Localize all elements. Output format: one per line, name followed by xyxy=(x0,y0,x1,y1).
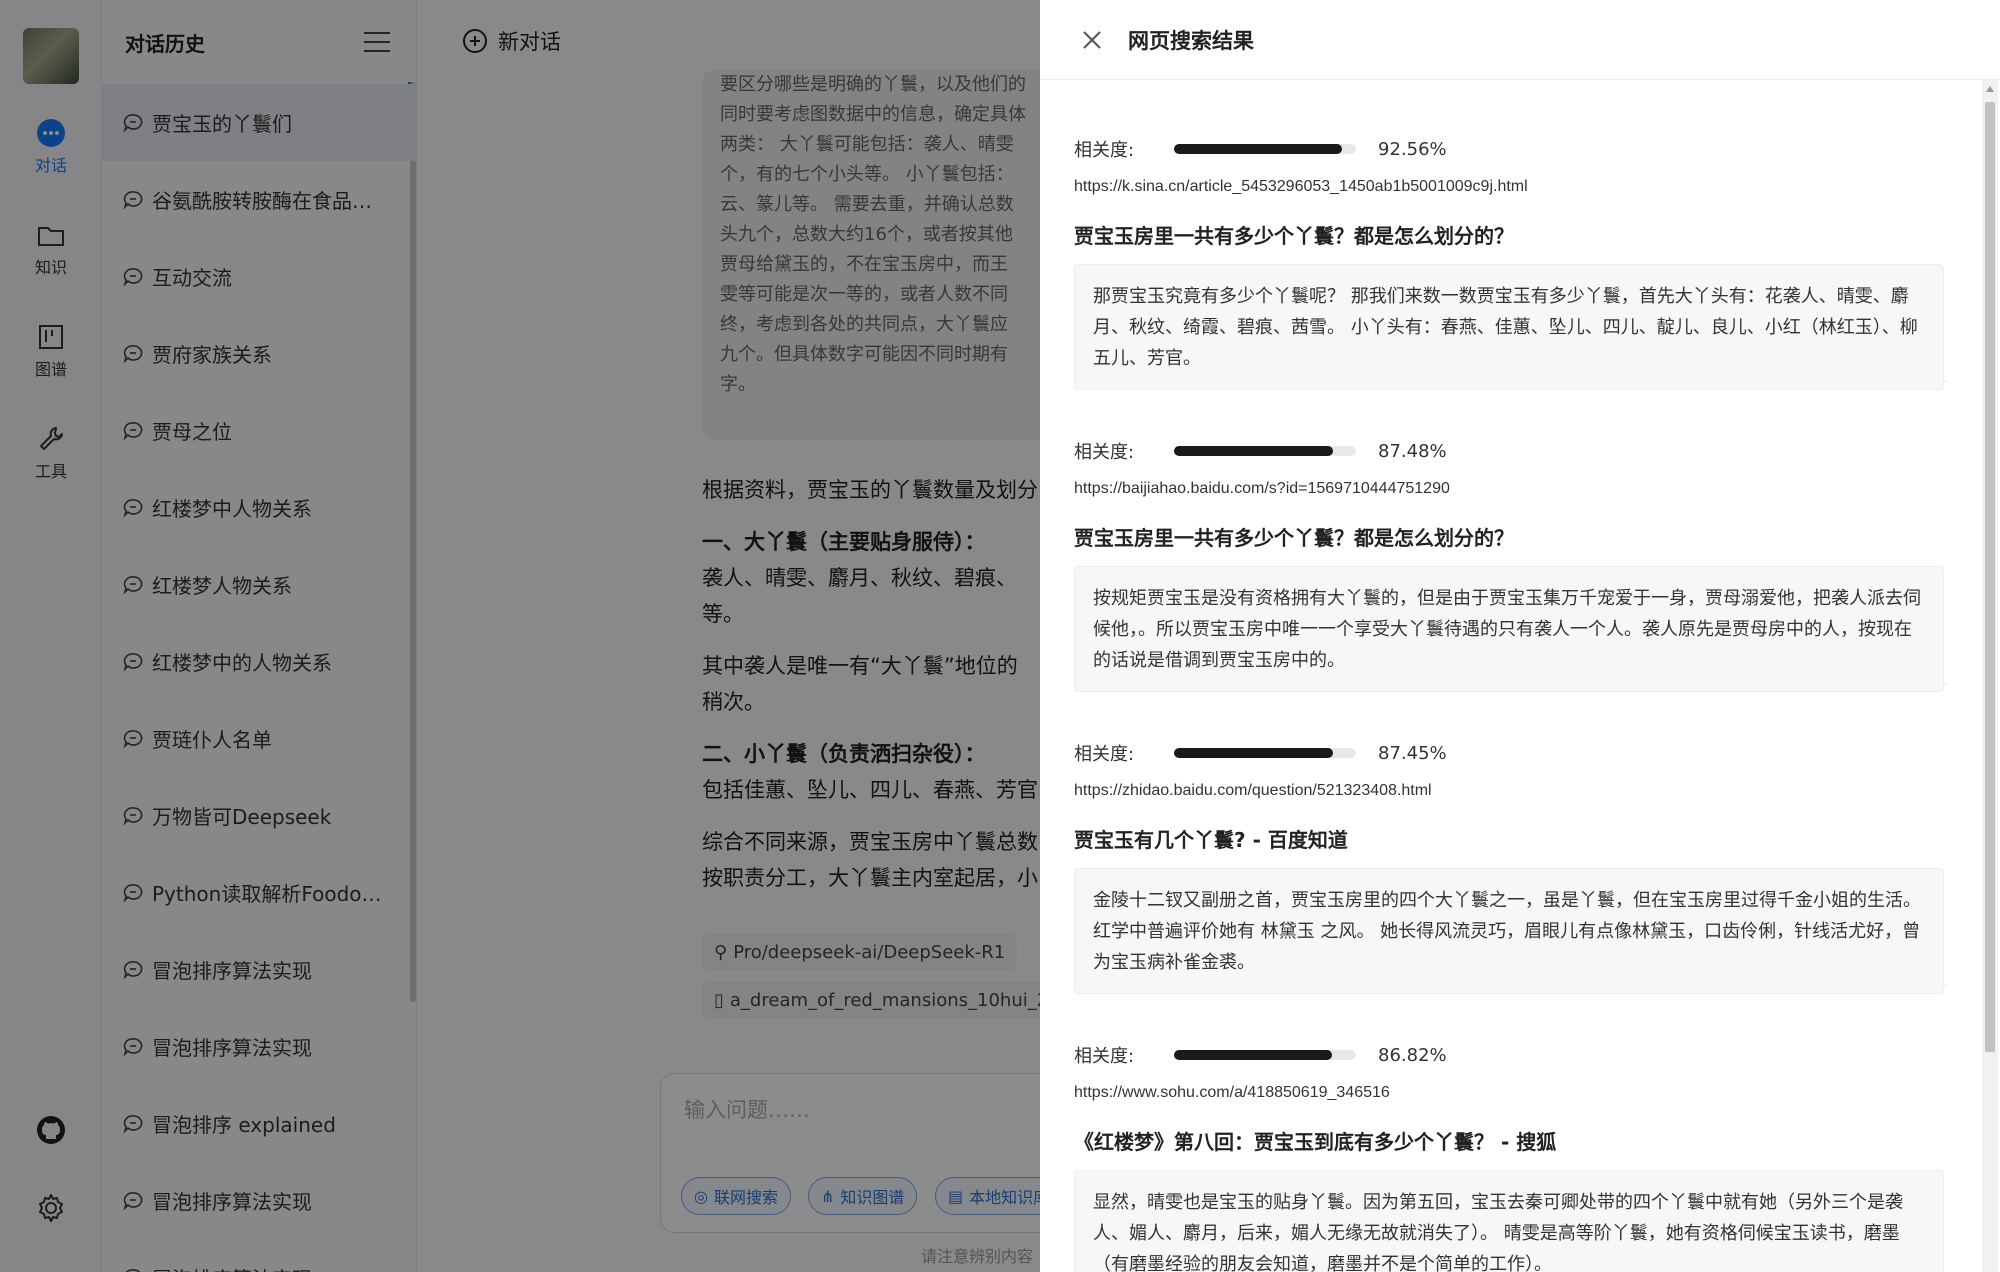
relevance-row: 相关度: 87.48% xyxy=(1074,438,1447,464)
relevance-value: 87.45% xyxy=(1378,742,1447,764)
result-snippet: 显然，晴雯也是宝玉的贴身丫鬟。因为第五回，宝玉去秦可卿处带的四个丫鬟中就有她（另… xyxy=(1074,1170,1944,1272)
drawer-header: 网页搜索结果 xyxy=(1040,0,2000,80)
relevance-bar xyxy=(1174,748,1356,758)
result-snippet: 按规矩贾宝玉是没有资格拥有大丫鬟的，但是由于贾宝玉集万千宠爱于一身，贾母溺爱他，… xyxy=(1074,566,1944,692)
search-results-drawer: 网页搜索结果 相关度: 92.56% https://k.sina.cn/artic… xyxy=(1040,0,2000,1272)
drawer-title: 网页搜索结果 xyxy=(1128,28,1254,53)
result-snippet: 那贾宝玉究竟有多少个丫鬟呢？ 那我们来数一数贾宝玉有多少丫鬟，首先大丫头有：花袭… xyxy=(1074,264,1944,390)
relevance-bar xyxy=(1174,446,1356,456)
result-title[interactable]: 《红楼梦》第八回：贾宝玉到底有多少个丫鬟？ - 搜狐 xyxy=(1074,1126,1556,1155)
result-title[interactable]: 贾宝玉有几个丫鬟? - 百度知道 xyxy=(1074,824,1348,853)
search-result: 相关度: 92.56% https://k.sina.cn/article_5453… xyxy=(1074,80,1949,390)
search-result: 相关度: 87.45% https://zhidao.baidu.com/quest… xyxy=(1074,684,1949,994)
result-snippet: 金陵十二钗又副册之首，贾宝玉房里的四个大丫鬟之一，虽是丫鬟，但在宝玉房里过得千金… xyxy=(1074,868,1944,994)
result-url[interactable]: https://k.sina.cn/article_5453296053_145… xyxy=(1074,178,1528,196)
drawer-scrollbar[interactable] xyxy=(1982,80,1998,1272)
relevance-value: 87.48% xyxy=(1378,440,1447,462)
result-url[interactable]: https://zhidao.baidu.com/question/521323… xyxy=(1074,782,1432,800)
relevance-row: 相关度: 87.45% xyxy=(1074,740,1447,766)
relevance-label: 相关度: xyxy=(1074,744,1135,765)
search-result: 相关度: 86.82% https://www.sohu.com/a/4188506… xyxy=(1074,986,1949,1272)
result-url[interactable]: https://www.sohu.com/a/418850619_346516 xyxy=(1074,1084,1390,1102)
modal-backdrop[interactable] xyxy=(0,0,1040,1272)
relevance-bar xyxy=(1174,1050,1356,1060)
result-url[interactable]: https://baijiahao.baidu.com/s?id=1569710… xyxy=(1074,480,1450,498)
relevance-bar-fill xyxy=(1174,1050,1332,1060)
relevance-label: 相关度: xyxy=(1074,140,1135,161)
relevance-bar xyxy=(1174,144,1356,154)
relevance-bar-fill xyxy=(1174,144,1343,154)
relevance-value: 86.82% xyxy=(1378,1044,1447,1066)
relevance-bar-fill xyxy=(1174,748,1334,758)
search-result: 相关度: 87.48% https://baijiahao.baidu.com/s?… xyxy=(1074,382,1949,692)
relevance-row: 相关度: 92.56% xyxy=(1074,136,1447,162)
scroll-up-arrow-icon[interactable] xyxy=(1986,86,1994,92)
relevance-bar-fill xyxy=(1174,446,1334,456)
relevance-value: 92.56% xyxy=(1378,138,1447,160)
results-list: 相关度: 92.56% https://k.sina.cn/article_5453… xyxy=(1074,80,1949,1272)
result-title[interactable]: 贾宝玉房里一共有多少个丫鬟？都是怎么划分的？ xyxy=(1074,220,1514,249)
relevance-label: 相关度: xyxy=(1074,442,1135,463)
relevance-label: 相关度: xyxy=(1074,1046,1135,1067)
result-title[interactable]: 贾宝玉房里一共有多少个丫鬟？都是怎么划分的？ xyxy=(1074,522,1514,551)
close-icon[interactable] xyxy=(1080,28,1104,52)
relevance-row: 相关度: 86.82% xyxy=(1074,1042,1447,1068)
scrollbar-thumb[interactable] xyxy=(1985,102,1995,1052)
